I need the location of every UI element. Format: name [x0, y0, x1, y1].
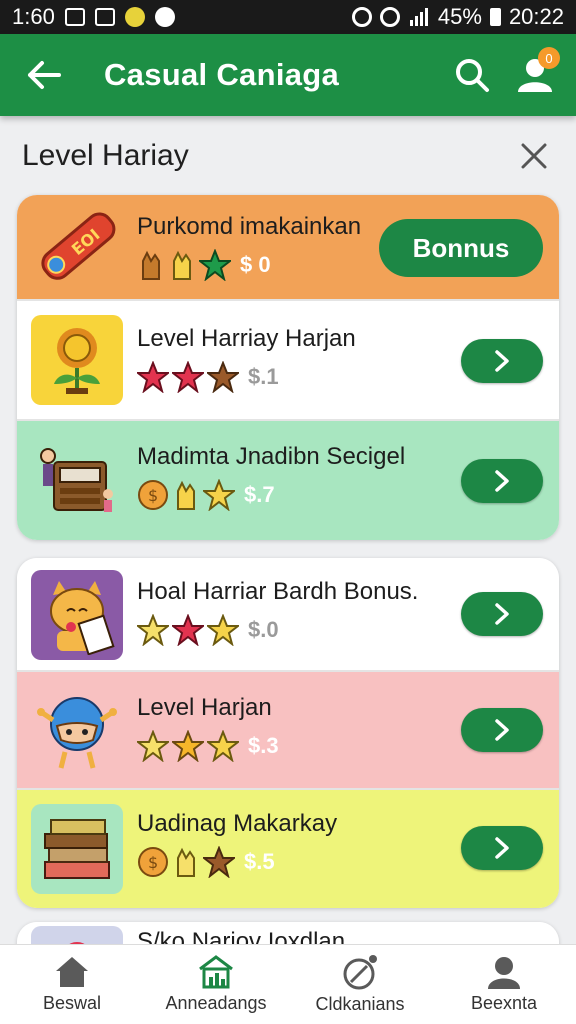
- open-item-button[interactable]: [461, 708, 543, 752]
- item-price: $.1: [248, 364, 279, 389]
- bottom-navigation: Beswal Anneadangs Cldkanians Beexnta: [0, 944, 576, 1024]
- back-button[interactable]: [14, 45, 74, 105]
- compass-icon: [343, 955, 377, 990]
- list-item[interactable]: Level Harjan $.3: [17, 672, 559, 790]
- item-title: Madimta Jnadibn Secigel: [137, 443, 406, 470]
- item-price: $.5: [244, 849, 275, 874]
- chevron-right-icon: [495, 603, 509, 625]
- status-time-right: 20:22: [508, 4, 564, 29]
- mail-notification-icon: [94, 8, 115, 26]
- close-button[interactable]: [514, 136, 554, 176]
- nav-chart[interactable]: Anneadangs: [144, 945, 288, 1024]
- chevron-right-icon: [495, 719, 509, 741]
- shop-thumbnail: [31, 435, 123, 525]
- star-icon: [203, 479, 235, 511]
- battery-percent: 45%: [437, 4, 482, 29]
- chevron-right-icon: [495, 837, 509, 859]
- hand-icon: [173, 250, 191, 280]
- star-icon: [207, 730, 239, 762]
- chart-icon: [199, 955, 233, 989]
- list-item[interactable]: Madimta Jnadibn Secigel $ $.7: [17, 421, 559, 540]
- arrow-left-icon: [28, 61, 61, 89]
- item-title: Level Harjan: [137, 694, 272, 721]
- svg-text:$: $: [148, 486, 158, 505]
- star-icon: [137, 361, 169, 393]
- hand-icon: [177, 847, 195, 877]
- open-item-button[interactable]: [461, 459, 543, 503]
- star-icon: [199, 249, 231, 281]
- level-card: EOI Purkomd imakainkan $ 0 Bonnus Level …: [17, 195, 559, 540]
- open-item-button[interactable]: [461, 826, 543, 870]
- bonus-button[interactable]: Bonnus: [379, 219, 543, 277]
- search-icon: [456, 59, 489, 92]
- app-notification-icon: [124, 7, 145, 27]
- star-icon: [137, 730, 169, 762]
- nav-compass[interactable]: Cldkanians: [288, 945, 432, 1024]
- coin-icon: $: [138, 480, 168, 510]
- hand-icon: [177, 480, 195, 510]
- nav-home[interactable]: Beswal: [0, 945, 144, 1024]
- bonus-card: Hoal Harriar Bardh Bonus. $.0 Level Harj…: [17, 558, 559, 908]
- star-icon: [172, 361, 204, 393]
- close-icon: [521, 143, 547, 169]
- ticket-thumbnail: EOI: [31, 201, 123, 291]
- hand-icon: [142, 250, 160, 280]
- nav-profile[interactable]: Beexnta: [432, 945, 576, 1024]
- mascot-thumbnail: [31, 686, 123, 776]
- face-notification-icon: [154, 7, 175, 27]
- profile-icon: [488, 957, 520, 989]
- item-price: $ 0: [240, 252, 271, 277]
- nav-label: Cldkanians: [315, 994, 405, 1014]
- coin-icon: $: [138, 847, 168, 877]
- sync-icon: [379, 7, 400, 27]
- list-item[interactable]: Level Harriay Harjan $.1: [17, 301, 559, 421]
- home-icon: [56, 957, 88, 987]
- item-title: Hoal Harriar Bardh Bonus.: [137, 578, 419, 605]
- star-icon: [207, 361, 239, 393]
- cat-thumbnail: [31, 570, 123, 660]
- open-item-button[interactable]: [461, 592, 543, 636]
- star-icon: [137, 614, 169, 646]
- item-title: Purkomd imakainkan: [137, 213, 362, 240]
- item-title: Uadinag Makarkay: [137, 810, 338, 837]
- signal-icon: [409, 8, 428, 26]
- list-item[interactable]: Hoal Harriar Bardh Bonus. $.0: [17, 558, 559, 672]
- star-icon: [207, 614, 239, 646]
- list-item[interactable]: EOI Purkomd imakainkan $ 0 Bonnus: [17, 195, 559, 301]
- section-header: Level Hariay: [0, 116, 576, 196]
- section-title: Level Hariay: [22, 139, 189, 172]
- alarm-icon: [351, 7, 372, 27]
- notification-badge: 0: [538, 47, 560, 69]
- chevron-right-icon: [495, 470, 509, 492]
- star-icon: [172, 730, 204, 762]
- app-title: Casual Caniaga: [104, 57, 340, 92]
- chevron-right-icon: [495, 350, 509, 372]
- status-bar: 1:60 45% 20:22: [0, 0, 576, 34]
- svg-text:$: $: [148, 853, 158, 872]
- star-icon: [172, 614, 204, 646]
- item-price: $.3: [248, 733, 279, 758]
- account-button[interactable]: 0: [502, 45, 568, 105]
- books-thumbnail: [31, 804, 123, 894]
- nav-label: Beexnta: [470, 993, 538, 1013]
- battery-icon: [489, 8, 501, 26]
- star-icon: [203, 846, 235, 878]
- status-time-left: 1:60: [12, 4, 55, 29]
- image-notification-icon: [64, 8, 85, 26]
- app-bar: Casual Caniaga 0: [0, 34, 576, 116]
- nav-label: Anneadangs: [165, 993, 267, 1013]
- search-button[interactable]: [442, 45, 502, 105]
- list-item[interactable]: Uadinag Makarkay $ $.5: [17, 790, 559, 908]
- item-price: $.7: [244, 482, 275, 507]
- open-item-button[interactable]: [461, 339, 543, 383]
- nav-label: Beswal: [42, 993, 102, 1013]
- item-price: $.0: [248, 617, 279, 642]
- sunflower-thumbnail: [31, 315, 123, 405]
- item-title: Level Harriay Harjan: [137, 325, 356, 352]
